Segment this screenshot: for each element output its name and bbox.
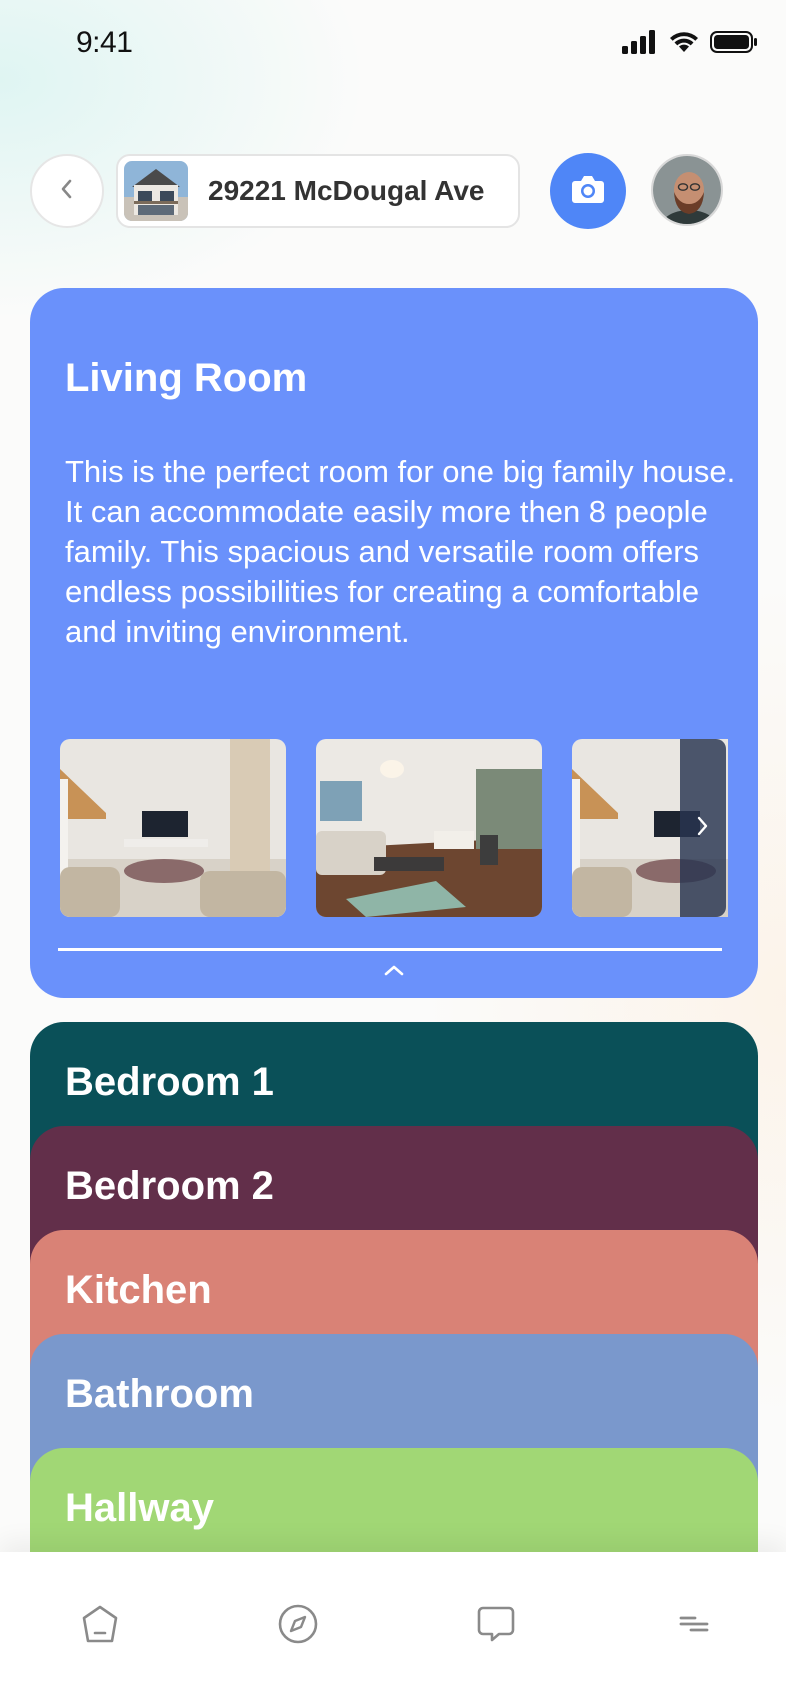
menu-icon [673,1603,715,1650]
home-icon [79,1603,121,1650]
gallery-next-button[interactable] [680,739,726,917]
room-title: Kitchen [65,1268,212,1312]
room-title: Bedroom 1 [65,1060,274,1104]
back-button[interactable] [30,154,104,228]
wifi-icon [668,30,700,59]
room-title: Bathroom [65,1372,254,1416]
battery-icon [710,30,758,59]
compass-icon [277,1603,319,1650]
room-title: Living Room [65,356,308,400]
nav-explore[interactable] [276,1604,320,1648]
status-time: 9:41 [76,26,133,59]
property-thumbnail [124,161,188,221]
property-address: 29221 McDougal Ave [208,175,485,206]
chevron-left-icon [57,177,77,206]
card-divider [58,948,722,951]
room-description: This is the perfect room for one big fam… [65,454,736,649]
avatar[interactable] [651,154,723,226]
room-photo[interactable] [316,739,542,917]
bottom-nav [0,1552,786,1704]
chevron-up-icon [383,963,405,982]
collapse-button[interactable] [382,960,406,984]
room-title: Bedroom 2 [65,1164,274,1208]
room-photo[interactable] [60,739,286,917]
room-title: Hallway [65,1486,214,1530]
status-icons [622,30,758,59]
header: 29221 McDougal Ave [0,150,786,230]
nav-home[interactable] [78,1604,122,1648]
status-bar: 9:41 [0,0,786,90]
cellular-signal-icon [622,30,658,59]
camera-icon [571,174,605,209]
living-room-card[interactable]: Living Room This is the perfect room for… [30,288,758,998]
property-selector[interactable]: 29221 McDougal Ave [116,154,520,228]
photo-gallery [60,739,728,919]
camera-button[interactable] [550,153,626,229]
chat-icon [475,1603,517,1650]
nav-menu[interactable] [672,1604,716,1648]
chevron-right-icon [695,815,711,842]
nav-messages[interactable] [474,1604,518,1648]
